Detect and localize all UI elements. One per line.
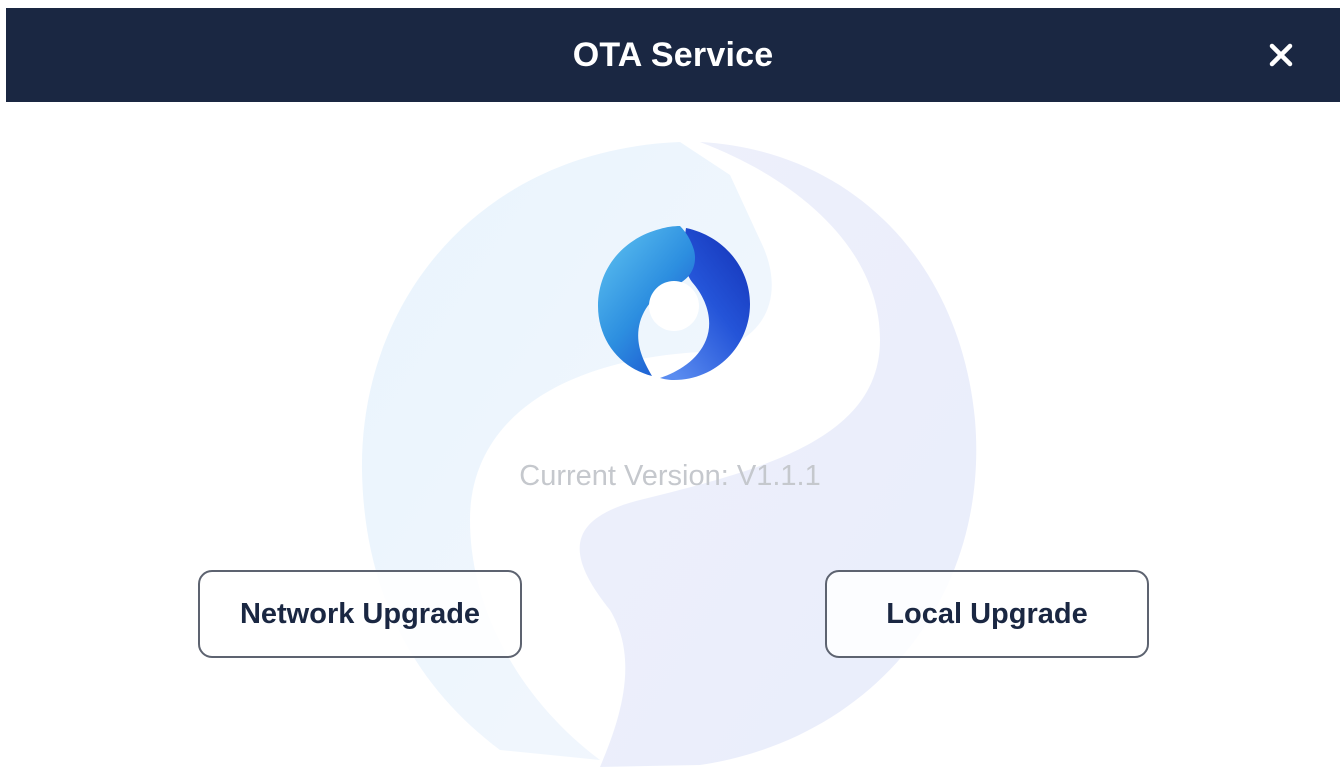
local-upgrade-button[interactable]: Local Upgrade xyxy=(825,570,1149,658)
close-button[interactable] xyxy=(1258,32,1304,78)
current-version-text: Current Version: V1.1.1 xyxy=(519,460,821,492)
page-title: OTA Service xyxy=(572,35,774,74)
ota-refresh-logo-icon xyxy=(598,226,750,380)
close-icon xyxy=(1269,43,1293,67)
title-bar: OTA Service xyxy=(6,8,1340,102)
ota-service-screen: OTA Service Current Version: V1.1.1 Netw… xyxy=(0,0,1340,767)
network-upgrade-button[interactable]: Network Upgrade xyxy=(198,570,522,658)
